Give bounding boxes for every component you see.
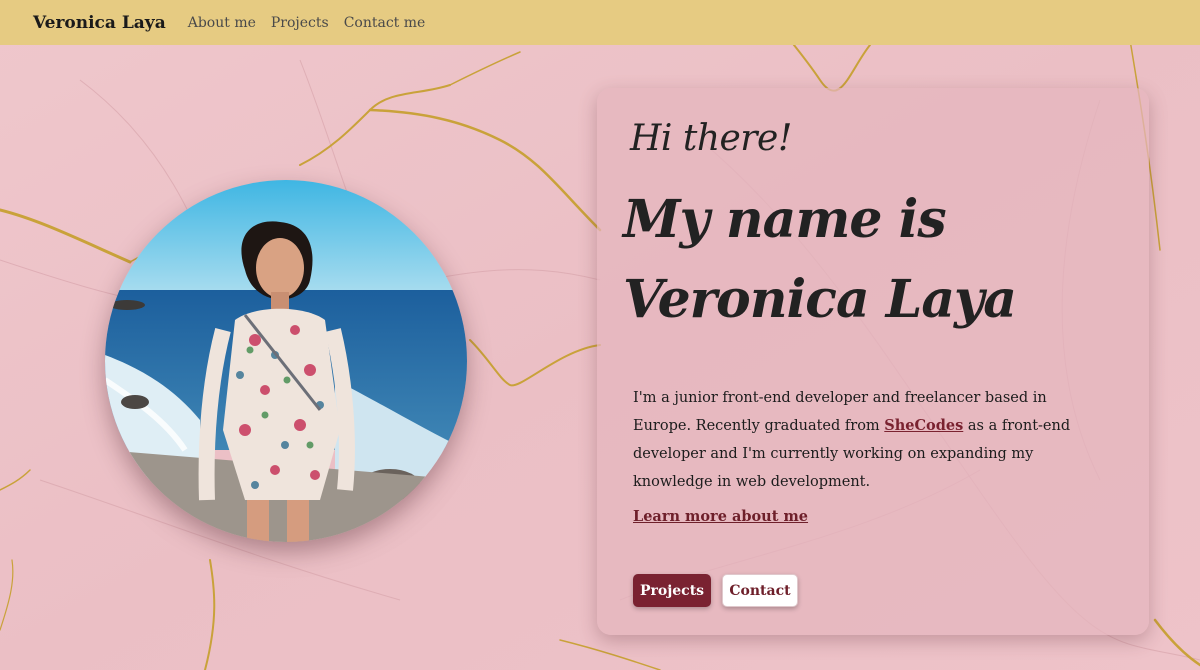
brand-link[interactable]: Veronica Laya bbox=[33, 13, 166, 33]
greeting-text: Hi there! bbox=[630, 118, 792, 159]
learn-more-link[interactable]: Learn more about me bbox=[633, 508, 808, 525]
nav-link-projects[interactable]: Projects bbox=[271, 15, 329, 31]
projects-button[interactable]: Projects bbox=[633, 574, 711, 607]
shecodes-link[interactable]: SheCodes bbox=[884, 417, 963, 434]
bio-text: I'm a junior front-end developer and fre… bbox=[633, 384, 1103, 496]
headline-text: My name is Veronica Laya bbox=[623, 189, 1017, 330]
contact-button[interactable]: Contact bbox=[722, 574, 798, 607]
nav-link-about[interactable]: About me bbox=[188, 15, 256, 31]
top-navbar: Veronica Laya About me Projects Contact … bbox=[0, 0, 1200, 45]
profile-photo bbox=[105, 180, 467, 542]
nav-link-contact[interactable]: Contact me bbox=[344, 15, 426, 31]
intro-card: Hi there! My name is Veronica Laya I'm a… bbox=[597, 88, 1149, 635]
